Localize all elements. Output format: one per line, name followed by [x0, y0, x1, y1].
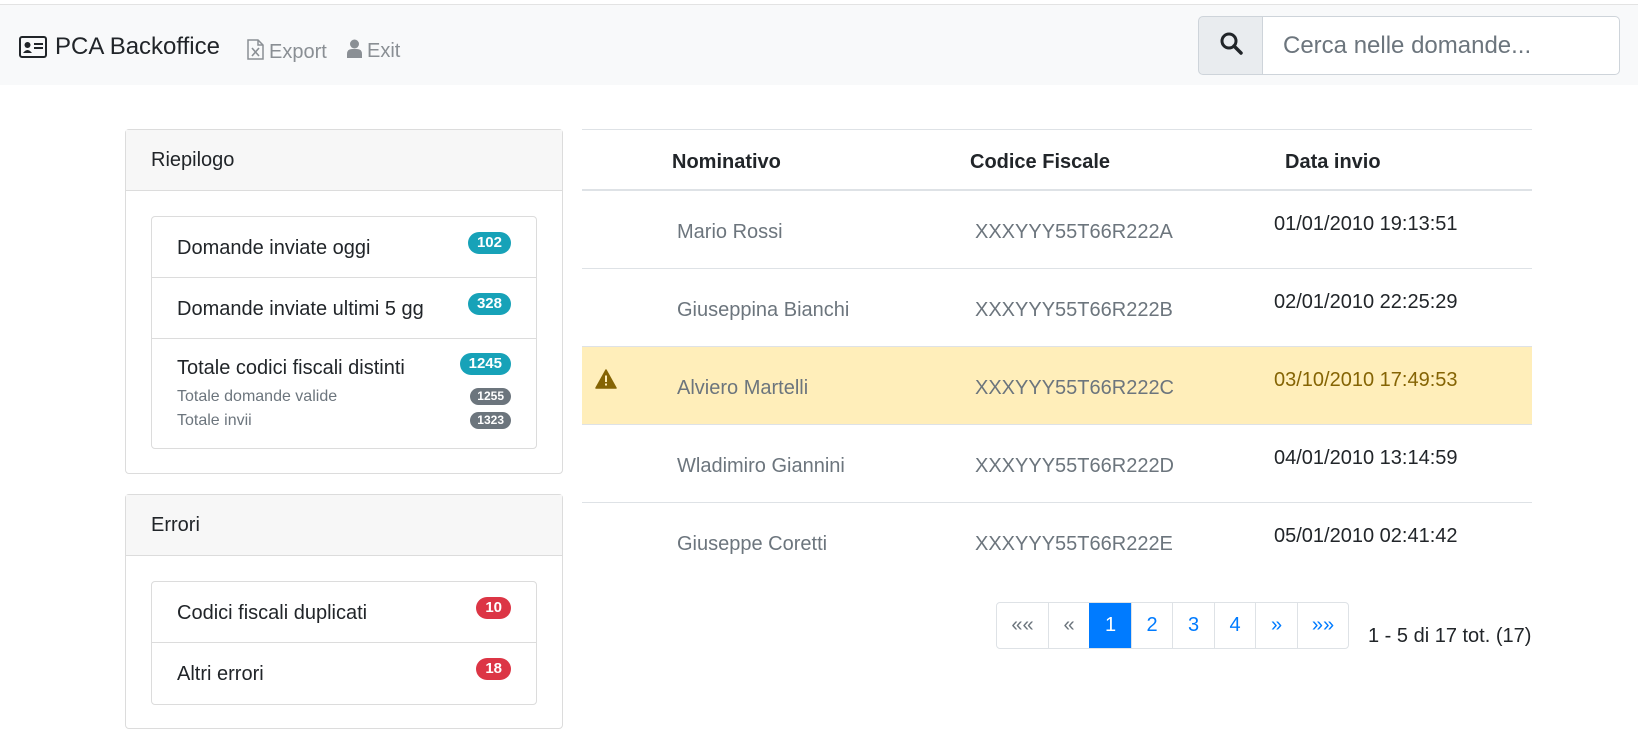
list-item-label: Domande inviate ultimi 5 gg — [177, 298, 424, 320]
table-row[interactable]: Giuseppina Bianchi XXXYYY55T66R222B 02/0… — [582, 269, 1532, 347]
page-4-button[interactable]: 4 — [1214, 603, 1255, 648]
page-1-button[interactable]: 1 — [1089, 603, 1131, 648]
pagination: «« « 1 2 3 4 » »» — [996, 602, 1349, 649]
brand-title: PCA Backoffice — [55, 33, 220, 60]
errori-card: Errori Codici fiscali duplicati 10 Altri… — [125, 494, 563, 729]
table-row[interactable]: Wladimiro Giannini XXXYYY55T66R222D 04/0… — [582, 425, 1532, 503]
page-next-button[interactable]: » — [1255, 603, 1297, 648]
riepilogo-card: Riepilogo Domande inviate oggi 102 Doman… — [125, 129, 563, 474]
domande-table: Nominativo Codice Fiscale Data invio Mar… — [582, 129, 1532, 581]
count-badge: 18 — [476, 658, 511, 680]
cell-data-invio: 01/01/2010 19:13:51 — [1274, 213, 1458, 235]
warning-icon — [595, 369, 617, 394]
sub-row-label: Totale domande valide — [177, 388, 338, 405]
sub-row: Totale invii 1323 — [177, 409, 511, 433]
count-badge: 102 — [467, 232, 511, 254]
search-input[interactable] — [1263, 16, 1620, 75]
errori-list: Codici fiscali duplicati 10 Altri errori… — [151, 581, 537, 705]
header-data-invio[interactable]: Data invio — [1285, 151, 1381, 174]
cell-nominativo: Giuseppe Coretti — [677, 533, 828, 555]
user-icon — [347, 39, 367, 64]
cell-codice-fiscale: XXXYYY55T66R222C — [975, 377, 1175, 399]
cell-codice-fiscale: XXXYYY55T66R222B — [975, 299, 1173, 321]
count-badge: 1255 — [470, 388, 511, 405]
cell-data-invio: 05/01/2010 02:41:42 — [1274, 525, 1458, 547]
search-button[interactable] — [1198, 16, 1263, 75]
page-last-button[interactable]: »» — [1297, 603, 1348, 648]
header-nominativo[interactable]: Nominativo — [672, 151, 781, 174]
riepilogo-title: Riepilogo — [126, 130, 562, 191]
list-item: Altri errori 18 — [152, 643, 536, 704]
count-badge: 328 — [467, 293, 511, 315]
riepilogo-list: Domande inviate oggi 102 Domande inviate… — [151, 216, 537, 449]
count-badge: 1245 — [459, 353, 511, 375]
cell-nominativo: Alviero Martelli — [677, 377, 809, 399]
cell-nominativo: Giuseppina Bianchi — [677, 299, 850, 321]
brand[interactable]: PCA Backoffice — [19, 33, 220, 61]
header-codice-fiscale[interactable]: Codice Fiscale — [970, 151, 1110, 174]
sub-row: Totale domande valide 1255 — [177, 385, 511, 409]
count-badge: 10 — [476, 597, 511, 619]
exit-link[interactable]: Exit — [347, 39, 400, 64]
list-item-label: Altri errori — [177, 663, 264, 685]
pagination-info: 1 - 5 di 17 tot. (17) — [1368, 625, 1532, 647]
page-first-button[interactable]: «« — [997, 603, 1048, 648]
table-row-warning[interactable]: Alviero Martelli XXXYYY55T66R222C 03/10/… — [582, 347, 1532, 425]
errori-title: Errori — [126, 495, 562, 556]
list-item: Codici fiscali duplicati 10 — [152, 582, 536, 643]
table-row[interactable]: Mario Rossi XXXYYY55T66R222A 01/01/2010 … — [582, 191, 1532, 269]
table-row[interactable]: Giuseppe Coretti XXXYYY55T66R222E 05/01/… — [582, 503, 1532, 581]
cell-data-invio: 04/01/2010 13:14:59 — [1274, 447, 1458, 469]
cell-data-invio: 03/10/2010 17:49:53 — [1274, 369, 1458, 391]
file-excel-icon — [247, 39, 269, 66]
page-prev-button[interactable]: « — [1048, 603, 1089, 648]
page-2-button[interactable]: 2 — [1131, 603, 1172, 648]
list-item: Totale codici fiscali distinti 1245 Tota… — [152, 339, 536, 448]
list-item-label: Totale codici fiscali distinti — [177, 357, 405, 379]
cell-codice-fiscale: XXXYYY55T66R222A — [975, 221, 1173, 243]
navbar: PCA Backoffice Export Exit — [0, 4, 1638, 85]
sub-row-label: Totale invii — [177, 412, 252, 429]
count-badge: 1323 — [470, 412, 511, 429]
cell-codice-fiscale: XXXYYY55T66R222E — [975, 533, 1173, 555]
list-item: Domande inviate oggi 102 — [152, 217, 536, 278]
page-3-button[interactable]: 3 — [1172, 603, 1214, 648]
exit-label: Exit — [367, 40, 401, 62]
export-label: Export — [269, 41, 327, 63]
list-item-label: Domande inviate oggi — [177, 237, 371, 259]
list-item-label: Codici fiscali duplicati — [177, 602, 368, 624]
cell-nominativo: Mario Rossi — [677, 221, 783, 243]
cell-data-invio: 02/01/2010 22:25:29 — [1274, 291, 1458, 313]
cell-nominativo: Wladimiro Giannini — [677, 455, 845, 477]
search-icon — [1219, 31, 1243, 60]
search-group — [1198, 16, 1620, 75]
list-item: Domande inviate ultimi 5 gg 328 — [152, 278, 536, 339]
table-header: Nominativo Codice Fiscale Data invio — [582, 129, 1532, 191]
id-card-icon — [19, 36, 47, 58]
export-link[interactable]: Export — [247, 39, 327, 66]
cell-codice-fiscale: XXXYYY55T66R222D — [975, 455, 1175, 477]
